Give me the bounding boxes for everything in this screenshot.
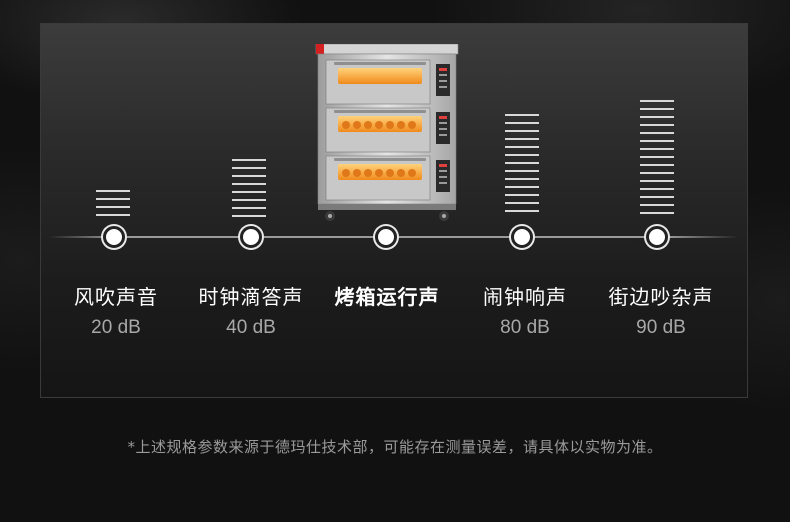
timeline-node-oven — [375, 226, 397, 248]
level-bars-wind — [96, 190, 130, 218]
level-label-clock: 时钟滴答声 — [198, 285, 304, 309]
disclaimer-footnote: *上述规格参数来源于德玛仕技术部，可能存在测量误差，请具体以实物为准。 — [127, 438, 663, 456]
level-label-street: 街边吵杂声 — [608, 285, 714, 309]
level-db-clock: 40 dB — [226, 317, 276, 338]
timeline-node-clock — [240, 226, 262, 248]
level-bars-clock — [232, 159, 266, 219]
level-db-wind: 20 dB — [91, 317, 141, 338]
level-db-street: 90 dB — [636, 317, 686, 338]
level-label-oven: 烤箱运行声 — [334, 285, 440, 309]
timeline-node-alarm — [511, 226, 533, 248]
timeline-node-wind — [103, 226, 125, 248]
level-bars-alarm — [505, 114, 539, 218]
oven-product-image — [315, 44, 459, 221]
level-label-alarm: 闹钟响声 — [483, 285, 567, 309]
level-db-alarm: 80 dB — [500, 317, 550, 338]
timeline-node-street — [646, 226, 668, 248]
level-bars-street — [640, 100, 674, 218]
level-label-wind: 风吹声音 — [74, 285, 158, 309]
